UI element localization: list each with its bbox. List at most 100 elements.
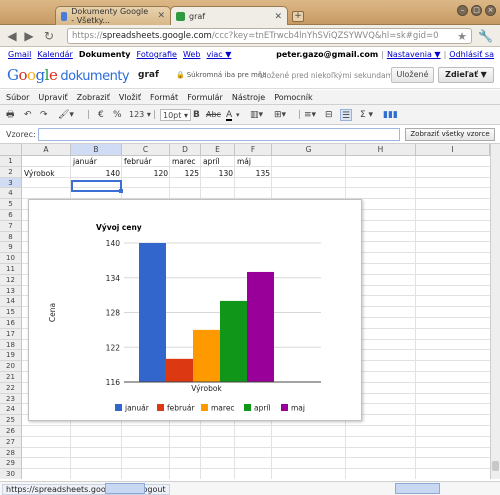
nav-gmail[interactable]: Gmail <box>8 50 31 59</box>
row-header-18[interactable]: 18 <box>0 339 22 351</box>
insert-chart-icon[interactable]: ▮▮▮ <box>383 109 398 121</box>
row-header-2[interactable]: 2 <box>0 166 22 178</box>
column-header-a[interactable]: A <box>22 144 71 156</box>
settings-link[interactable]: Nastavenia ▼ <box>387 50 441 59</box>
save-button[interactable]: Uložené <box>391 67 434 83</box>
cell-c2[interactable]: 120 <box>122 168 170 180</box>
cell-a2[interactable]: Výrobok <box>22 168 71 180</box>
tab-documents[interactable]: Dokumenty Google - Všetky... ✕ <box>55 6 171 25</box>
formula-input[interactable] <box>38 128 400 141</box>
row-header-10[interactable]: 10 <box>0 253 22 264</box>
menu-tools[interactable]: Nástroje <box>232 90 265 104</box>
tab-graf[interactable]: graf ✕ <box>170 6 288 26</box>
row-header-25[interactable]: 25 <box>0 415 22 426</box>
cell-d1[interactable]: marec <box>170 156 198 168</box>
column-header-d[interactable]: D <box>170 144 201 156</box>
row-header-20[interactable]: 20 <box>0 361 22 372</box>
row-header-15[interactable]: 15 <box>0 307 22 318</box>
row-header-12[interactable]: 12 <box>0 274 22 286</box>
close-tab-icon[interactable]: ✕ <box>274 12 282 22</box>
column-header-g[interactable]: G <box>272 144 346 156</box>
scrollbar-thumb[interactable] <box>492 461 499 471</box>
row-header-14[interactable]: 14 <box>0 296 22 308</box>
menu-insert[interactable]: Vložiť <box>119 90 141 104</box>
row-header-4[interactable]: 4 <box>0 188 22 200</box>
row-header-9[interactable]: 9 <box>0 242 22 254</box>
undo-icon[interactable]: ↶ <box>24 109 32 121</box>
number-format-dropdown[interactable]: 123 ▾ <box>129 109 151 121</box>
nav-calendar[interactable]: Kalendár <box>37 50 73 59</box>
cell-d2[interactable]: 125 <box>170 168 201 180</box>
url-bar[interactable]: https://spreadsheets.google.com/ccc?key=… <box>67 28 472 44</box>
row-header-8[interactable]: 8 <box>0 231 22 243</box>
menu-edit[interactable]: Upraviť <box>38 90 67 104</box>
row-header-27[interactable]: 27 <box>0 436 22 448</box>
row-header-17[interactable]: 17 <box>0 328 22 340</box>
row-header-24[interactable]: 24 <box>0 404 22 416</box>
row-header-16[interactable]: 16 <box>0 318 22 329</box>
currency-format-button[interactable]: € <box>98 109 104 121</box>
selected-cell-b3[interactable] <box>71 180 122 192</box>
row-header-22[interactable]: 22 <box>0 382 22 394</box>
vertical-scrollbar[interactable] <box>490 144 500 479</box>
font-size-dropdown[interactable]: 10pt ▾ <box>160 109 191 121</box>
google-docs-logo[interactable]: Google dokumenty <box>7 66 130 84</box>
paint-format-icon[interactable]: 🖌▾ <box>58 109 74 121</box>
nav-web[interactable]: Web <box>183 50 200 59</box>
menu-view[interactable]: Zobraziť <box>77 90 110 104</box>
text-color-button[interactable]: A <box>226 109 233 121</box>
fill-handle[interactable] <box>119 189 123 193</box>
embedded-chart[interactable]: Vývoj ceny 116 122 128 134 140 Cena Výrobok janu… <box>28 199 362 421</box>
cell-e1[interactable]: apríl <box>201 156 222 168</box>
row-header-23[interactable]: 23 <box>0 393 22 405</box>
cell-f2[interactable]: 135 <box>235 168 272 180</box>
corner-cell[interactable] <box>0 144 22 156</box>
bookmark-star-icon[interactable]: ★ <box>457 30 467 43</box>
print-icon[interactable]: 🖶 <box>6 109 15 121</box>
column-header-h[interactable]: H <box>346 144 416 156</box>
column-header-f[interactable]: F <box>235 144 272 156</box>
fill-color-icon[interactable]: ▥▾ <box>250 109 263 121</box>
row-header-3[interactable]: 3 <box>0 177 22 189</box>
cell-c1[interactable]: február <box>122 156 154 168</box>
strikethrough-button[interactable]: Abc <box>206 109 221 121</box>
row-header-19[interactable]: 19 <box>0 350 22 362</box>
column-header-c[interactable]: C <box>122 144 170 156</box>
row-header-13[interactable]: 13 <box>0 285 22 297</box>
column-header-i[interactable]: I <box>416 144 490 156</box>
row-header-1[interactable]: 1 <box>0 156 22 167</box>
row-header-11[interactable]: 11 <box>0 264 22 275</box>
menu-form[interactable]: Formulár <box>187 90 223 104</box>
percent-format-button[interactable]: % <box>113 109 122 121</box>
sheet-tab-2[interactable] <box>395 483 440 494</box>
back-icon[interactable]: ◀ <box>5 29 19 43</box>
logout-link[interactable]: Odhlásiť sa <box>449 50 494 59</box>
maximize-icon[interactable]: □ <box>471 5 482 16</box>
wrench-menu-icon[interactable]: 🔧 <box>478 29 493 43</box>
cell-e2[interactable]: 130 <box>201 168 235 180</box>
row-header-26[interactable]: 26 <box>0 426 22 437</box>
align-icon[interactable]: ≡▾ <box>304 109 316 121</box>
share-button[interactable]: Zdieľať ▼ <box>438 67 494 83</box>
reload-icon[interactable]: ↻ <box>42 29 56 43</box>
menu-help[interactable]: Pomocník <box>274 90 312 104</box>
forward-icon[interactable]: ▶ <box>22 29 36 43</box>
row-header-21[interactable]: 21 <box>0 372 22 383</box>
row-header-6[interactable]: 6 <box>0 210 22 221</box>
redo-icon[interactable]: ↷ <box>40 109 48 121</box>
cell-b1[interactable]: január <box>71 156 99 168</box>
close-window-icon[interactable]: × <box>485 5 496 16</box>
nav-more[interactable]: viac ▼ <box>206 50 231 59</box>
row-header-29[interactable]: 29 <box>0 458 22 470</box>
row-header-7[interactable]: 7 <box>0 220 22 232</box>
insert-sum-button[interactable]: Σ ▾ <box>360 109 373 121</box>
cell-f1[interactable]: máj <box>235 156 253 168</box>
merge-cells-icon[interactable]: ⊟ <box>325 109 333 121</box>
column-header-b[interactable]: B <box>71 144 122 156</box>
row-header-30[interactable]: 30 <box>0 469 22 479</box>
column-header-e[interactable]: E <box>201 144 235 156</box>
borders-icon[interactable]: ⊞▾ <box>274 109 286 121</box>
text-color-dropdown-icon[interactable]: ▾ <box>236 109 240 121</box>
row-header-5[interactable]: 5 <box>0 199 22 210</box>
nav-photos[interactable]: Fotografie <box>137 50 177 59</box>
